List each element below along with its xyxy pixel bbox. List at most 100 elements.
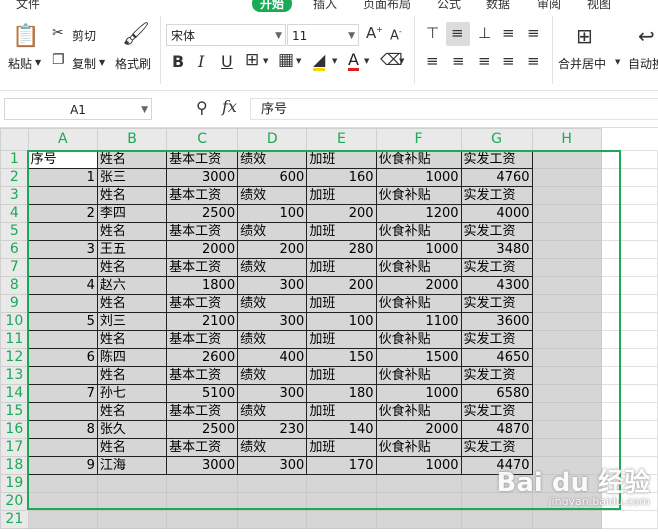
table-cell[interactable] — [237, 492, 308, 511]
table-cell[interactable] — [166, 492, 239, 511]
row-header[interactable]: 15 — [0, 402, 29, 421]
table-cell[interactable]: 2 — [27, 204, 98, 223]
underline-icon[interactable]: U — [221, 54, 233, 70]
table-cell[interactable]: 绩效 — [237, 222, 308, 241]
table-cell[interactable] — [531, 330, 602, 349]
table-cell[interactable]: 1000 — [375, 456, 462, 475]
table-cell[interactable] — [600, 438, 658, 457]
table-cell[interactable] — [600, 150, 658, 169]
table-cell[interactable]: 绩效 — [237, 294, 308, 313]
table-cell[interactable]: 实发工资 — [460, 222, 533, 241]
table-cell[interactable]: 基本工资 — [166, 438, 239, 457]
table-cell[interactable]: 400 — [237, 348, 308, 367]
table-cell[interactable]: 姓名 — [96, 258, 168, 277]
table-cell[interactable] — [531, 150, 602, 169]
table-cell[interactable] — [600, 294, 658, 313]
paste-icon[interactable]: 📋 — [12, 26, 39, 48]
distributed-icon[interactable]: ≡ — [527, 54, 540, 69]
table-cell[interactable]: 150 — [306, 348, 377, 367]
table-cell[interactable]: 序号 — [27, 150, 98, 169]
row-header[interactable]: 14 — [0, 384, 29, 403]
row-header[interactable]: 18 — [0, 456, 29, 475]
align-bottom-icon[interactable]: ⊥ — [478, 26, 491, 41]
table-cell[interactable]: 姓名 — [96, 150, 168, 169]
table-cell[interactable] — [600, 186, 658, 205]
table-cell[interactable]: 2000 — [166, 240, 239, 259]
row-header[interactable]: 5 — [0, 222, 29, 241]
table-cell[interactable]: 8 — [27, 420, 98, 439]
table-cell[interactable]: 230 — [237, 420, 308, 439]
table-cell[interactable]: 刘三 — [96, 312, 168, 331]
table-cell[interactable] — [531, 438, 602, 457]
table-cell[interactable]: 3000 — [166, 168, 239, 187]
font-color-icon[interactable]: A — [348, 52, 359, 71]
table-cell[interactable]: 江海 — [96, 456, 168, 475]
table-cell[interactable] — [600, 510, 658, 529]
table-cell[interactable]: 140 — [306, 420, 377, 439]
table-cell[interactable] — [600, 330, 658, 349]
row-header[interactable]: 6 — [0, 240, 29, 259]
table-cell[interactable]: 伙食补贴 — [375, 438, 462, 457]
format-painter-button[interactable]: 格式刷 — [115, 55, 151, 72]
table-cell[interactable]: 实发工资 — [460, 330, 533, 349]
row-header[interactable]: 20 — [0, 492, 29, 511]
table-cell[interactable]: 基本工资 — [166, 150, 239, 169]
table-cell[interactable]: 3480 — [460, 240, 533, 259]
table-cell[interactable] — [600, 258, 658, 277]
table-cell[interactable]: 伙食补贴 — [375, 330, 462, 349]
table-cell[interactable] — [600, 402, 658, 421]
table-cell[interactable]: 2500 — [166, 420, 239, 439]
copy-button[interactable]: 复制 — [72, 55, 96, 72]
formula-input[interactable]: 序号 — [250, 98, 658, 120]
table-cell[interactable] — [531, 384, 602, 403]
menu-view[interactable]: 视图 — [587, 0, 611, 12]
table-cell[interactable] — [600, 276, 658, 295]
table-cell[interactable]: 伙食补贴 — [375, 402, 462, 421]
table-cell[interactable] — [531, 348, 602, 367]
decrease-font-icon[interactable]: A- — [390, 28, 402, 43]
table-cell[interactable]: 姓名 — [96, 438, 168, 457]
borders-icon[interactable]: ⊞ — [245, 52, 259, 69]
table-cell[interactable] — [306, 492, 377, 511]
select-all-corner[interactable] — [0, 128, 29, 151]
scissors-icon[interactable]: ✂ — [52, 26, 64, 40]
column-header-d[interactable]: D — [237, 128, 308, 151]
table-cell[interactable] — [531, 168, 602, 187]
table-cell[interactable]: 基本工资 — [166, 258, 239, 277]
table-cell[interactable]: 张三 — [96, 168, 168, 187]
table-cell[interactable]: 1200 — [375, 204, 462, 223]
paste-button[interactable]: 粘贴 — [8, 55, 32, 72]
table-cell[interactable] — [375, 492, 462, 511]
copy-icon[interactable]: ❐ — [52, 53, 65, 67]
cut-button[interactable]: 剪切 — [72, 27, 96, 44]
table-cell[interactable] — [237, 510, 308, 529]
table-cell[interactable] — [531, 186, 602, 205]
table-cell[interactable]: 300 — [237, 276, 308, 295]
column-header-e[interactable]: E — [306, 128, 377, 151]
orientation-icon[interactable]: ≡ — [502, 26, 515, 41]
table-cell[interactable]: 1 — [27, 168, 98, 187]
table-cell[interactable]: 4300 — [460, 276, 533, 295]
menu-file[interactable]: 文件 — [16, 0, 40, 12]
table-cell[interactable] — [237, 474, 308, 493]
table-cell[interactable]: 280 — [306, 240, 377, 259]
table-cell[interactable]: 姓名 — [96, 186, 168, 205]
table-cell[interactable] — [531, 366, 602, 385]
menu-insert[interactable]: 插入 — [313, 0, 337, 12]
table-cell[interactable]: 伙食补贴 — [375, 258, 462, 277]
eraser-dropdown-icon[interactable]: ▼ — [399, 58, 404, 65]
row-header[interactable]: 3 — [0, 186, 29, 205]
justify-icon[interactable]: ≡ — [502, 54, 515, 69]
table-cell[interactable] — [600, 168, 658, 187]
table-cell[interactable] — [600, 348, 658, 367]
table-cell[interactable]: 加班 — [306, 402, 377, 421]
bold-icon[interactable]: B — [172, 54, 184, 70]
table-cell[interactable]: 1000 — [375, 240, 462, 259]
column-header-b[interactable]: B — [96, 128, 168, 151]
table-cell[interactable]: 绩效 — [237, 438, 308, 457]
table-cell[interactable]: 6 — [27, 348, 98, 367]
table-cell[interactable] — [531, 204, 602, 223]
table-cell[interactable]: 绩效 — [237, 330, 308, 349]
indent-icon[interactable]: ≡ — [527, 26, 540, 41]
table-cell[interactable]: 加班 — [306, 438, 377, 457]
